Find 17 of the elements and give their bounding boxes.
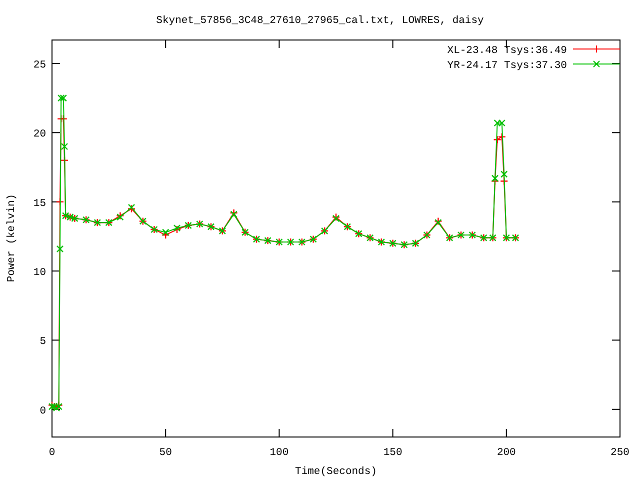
y-tick-label: 25 [33, 60, 46, 72]
x-tick-label: 50 [159, 447, 172, 459]
x-tick-label: 0 [48, 447, 56, 459]
y-tick-label: 0 [40, 405, 46, 418]
x-tick-label: 250 [610, 447, 630, 459]
chart-title: Skynet_57856_3C48_27610_27965_cal.txt, LOWRES, daisy [156, 15, 484, 27]
y-tick-label: 15 [33, 198, 46, 210]
x-tick-label: 150 [383, 447, 402, 459]
legend-label: XL-23.48 Tsys:36.49 [447, 45, 567, 57]
x-tick-label: 100 [270, 447, 289, 459]
x-axis-label: Time(Seconds) [295, 466, 377, 478]
x-tick-label: 200 [496, 447, 516, 459]
y-axis-label: Power (kelvin) [6, 194, 18, 282]
y-tick-label: 5 [40, 336, 46, 348]
legend-label: YR-24.17 Tsys:37.30 [447, 60, 567, 72]
y-tick-label: 20 [33, 128, 46, 141]
y-tick-label: 10 [33, 267, 46, 279]
